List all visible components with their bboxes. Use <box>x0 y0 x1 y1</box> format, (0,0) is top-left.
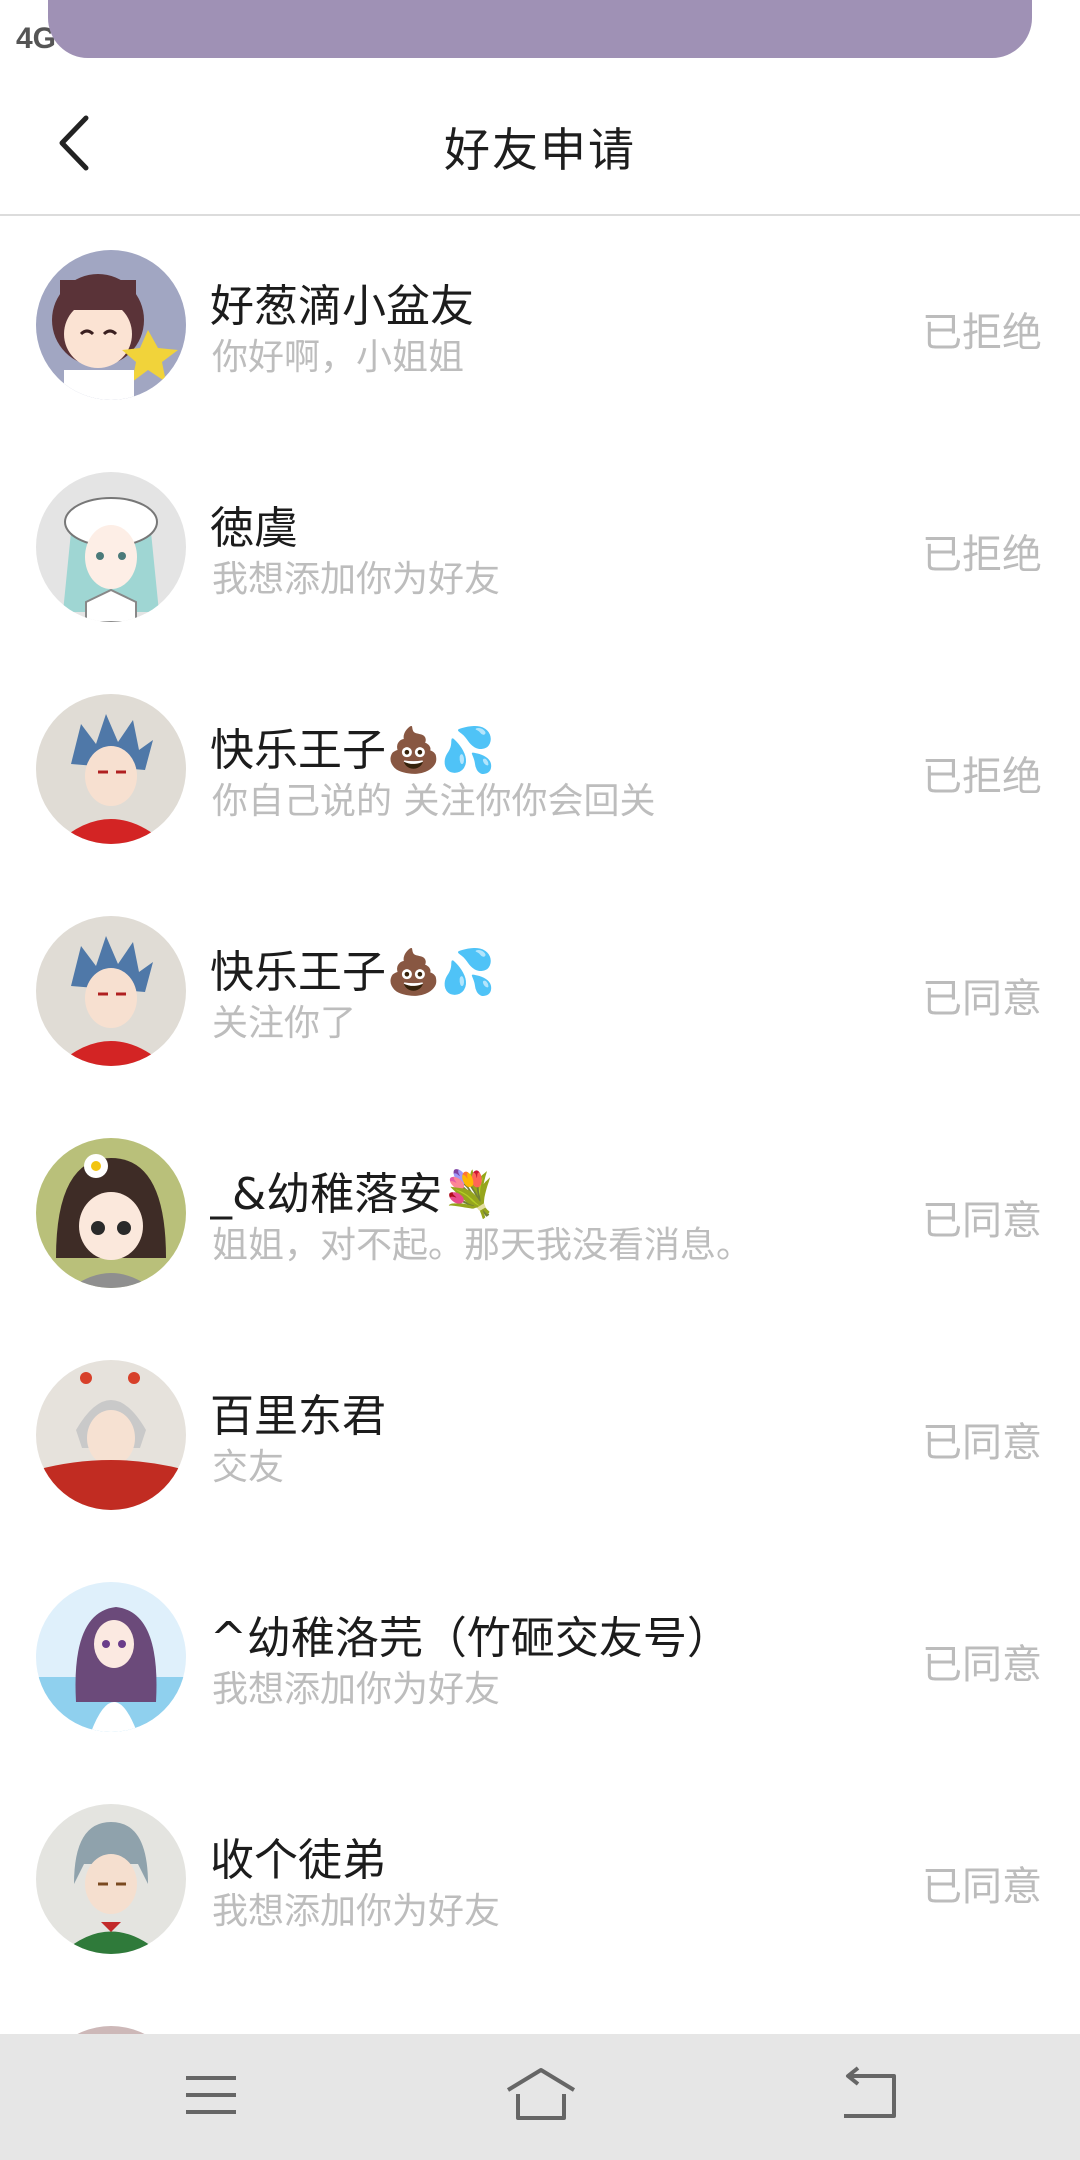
request-row[interactable]: 百里东君 交友 已同意 <box>0 1326 1080 1548</box>
request-row[interactable]: 好葱滴小盆友 你好啊，小姐姐 已拒绝 <box>0 216 1080 438</box>
request-message: 我想添加你为好友 <box>212 1891 501 1932</box>
requester-name: 快乐王子💩💦 <box>210 947 496 998</box>
request-row[interactable]: 收个徒弟 我想添加你为好友 已同意 <box>0 1770 1080 1992</box>
request-status: 已同意 <box>922 1864 1042 1910</box>
avatar[interactable] <box>36 1360 186 1510</box>
request-row[interactable]: _&幼稚落安💐 姐姐，对不起。那天我没看消息。 已同意 <box>0 1104 1080 1326</box>
request-row[interactable]: 快乐王子💩💦 你自己说的 关注你你会回关 已拒绝 <box>0 660 1080 882</box>
requester-name: 百里东君 <box>210 1391 386 1442</box>
request-status: 已同意 <box>922 1642 1042 1688</box>
request-status: 已拒绝 <box>922 754 1042 800</box>
home-icon <box>506 2068 576 2120</box>
avatar[interactable] <box>36 694 186 844</box>
notification-banner[interactable] <box>48 0 1032 58</box>
avatar[interactable] <box>36 1804 186 1954</box>
page-title: 好友申请 <box>444 123 636 177</box>
request-status: 已拒绝 <box>922 532 1042 578</box>
request-status: 已同意 <box>922 976 1042 1022</box>
menu-icon <box>186 2076 236 2114</box>
requester-name: 快乐王子💩💦 <box>210 725 496 776</box>
avatar[interactable] <box>36 1138 186 1288</box>
requester-name: 徳虞 <box>210 503 298 554</box>
request-message: 你好啊，小姐姐 <box>212 337 465 378</box>
requester-name: 好葱滴小盆友 <box>210 281 474 332</box>
request-status: 已拒绝 <box>922 310 1042 356</box>
request-row[interactable]: 徳虞 我想添加你为好友 已拒绝 <box>0 438 1080 660</box>
requester-name: ^幼稚洛芫（竹砸交友号） <box>210 1613 731 1664</box>
home-button[interactable] <box>496 2060 586 2130</box>
requester-name: 收个徒弟 <box>210 1835 386 1886</box>
request-message: 交友 <box>212 1447 285 1488</box>
avatar[interactable] <box>36 472 186 622</box>
request-status: 已同意 <box>922 1420 1042 1466</box>
header-bar: 好友申请 <box>0 78 1080 216</box>
request-message: 你自己说的 关注你你会回关 <box>212 781 656 822</box>
back-icon <box>844 2066 896 2118</box>
avatar[interactable] <box>36 916 186 1066</box>
avatar[interactable] <box>36 250 186 400</box>
requester-name: _&幼稚落安💐 <box>210 1169 498 1220</box>
request-message: 关注你了 <box>212 1003 357 1044</box>
back-nav-button[interactable] <box>824 2060 914 2130</box>
menu-button[interactable] <box>166 2060 256 2130</box>
avatar[interactable] <box>36 1582 186 1732</box>
friend-request-list: 好葱滴小盆友 你好啊，小姐姐 已拒绝 徳虞 我想添加你为好友 已拒绝 快乐王子💩… <box>0 216 1080 1992</box>
screen: 4G 好友申请 好葱滴小盆友 你好啊，小姐姐 已拒绝 徳虞 我想添加你为好友 已… <box>0 0 1080 2160</box>
request-row[interactable]: ^幼稚洛芫（竹砸交友号） 我想添加你为好友 已同意 <box>0 1548 1080 1770</box>
system-navigation-bar <box>0 2034 1080 2160</box>
request-message: 我想添加你为好友 <box>212 559 501 600</box>
request-row[interactable]: 快乐王子💩💦 关注你了 已同意 <box>0 882 1080 1104</box>
request-status: 已同意 <box>922 1198 1042 1244</box>
request-message: 我想添加你为好友 <box>212 1669 501 1710</box>
request-message: 姐姐，对不起。那天我没看消息。 <box>212 1225 753 1266</box>
